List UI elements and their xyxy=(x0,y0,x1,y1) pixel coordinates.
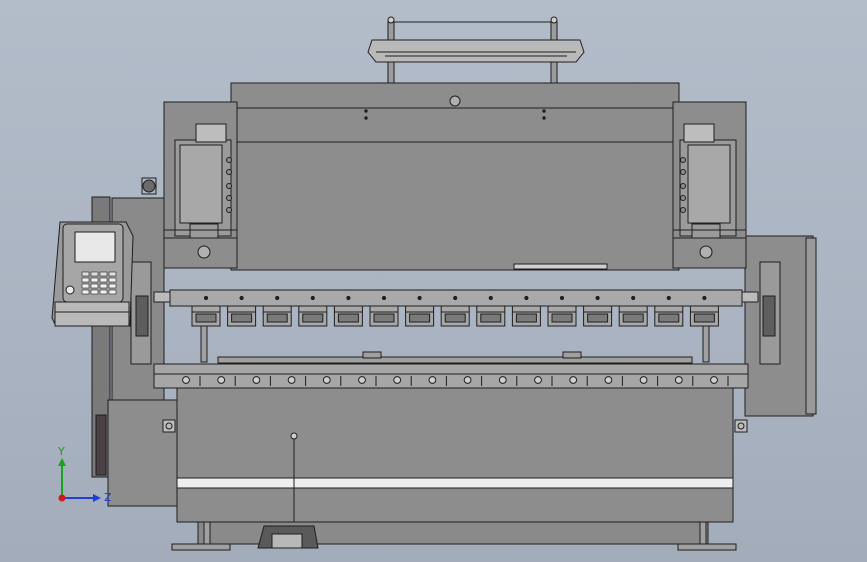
upper-frame xyxy=(230,82,680,271)
keypad-key[interactable] xyxy=(108,283,117,289)
slot-indicator xyxy=(513,263,608,270)
press-brake-model xyxy=(51,16,817,551)
y-axis-label: Y xyxy=(57,445,65,458)
right-cylinder-group xyxy=(672,101,747,269)
keypad-key[interactable] xyxy=(81,289,90,295)
y-axis-arrow xyxy=(58,458,66,466)
cnc-control-panel[interactable] xyxy=(51,221,134,327)
lower-frame xyxy=(176,387,734,523)
origin-marker xyxy=(58,494,66,502)
top-cover xyxy=(367,39,585,63)
keypad-key[interactable] xyxy=(108,277,117,283)
keypad-key[interactable] xyxy=(99,283,108,289)
keypad-key[interactable] xyxy=(108,289,117,295)
cad-viewport[interactable]: Y Z xyxy=(0,0,867,562)
keypad-key[interactable] xyxy=(108,271,117,277)
keypad-key[interactable] xyxy=(90,283,99,289)
right-foot xyxy=(677,543,737,551)
die-table xyxy=(153,363,749,389)
keypad-key[interactable] xyxy=(90,277,99,283)
die-rail xyxy=(217,356,693,364)
keypad-key[interactable] xyxy=(81,283,90,289)
keypad-key[interactable] xyxy=(99,271,108,277)
control-knob[interactable] xyxy=(65,285,75,295)
z-axis-label: Z xyxy=(104,491,112,504)
lower-stripe xyxy=(176,477,734,489)
keypad-key[interactable] xyxy=(90,271,99,277)
left-foot xyxy=(171,543,231,551)
keypad-key[interactable] xyxy=(81,277,90,283)
keypad-key[interactable] xyxy=(90,289,99,295)
keypad-key[interactable] xyxy=(99,277,108,283)
left-cylinder-group xyxy=(163,101,238,269)
control-screen xyxy=(74,231,116,263)
z-axis-arrow xyxy=(93,494,101,502)
keypad-key[interactable] xyxy=(81,271,90,277)
keypad-key[interactable] xyxy=(99,289,108,295)
